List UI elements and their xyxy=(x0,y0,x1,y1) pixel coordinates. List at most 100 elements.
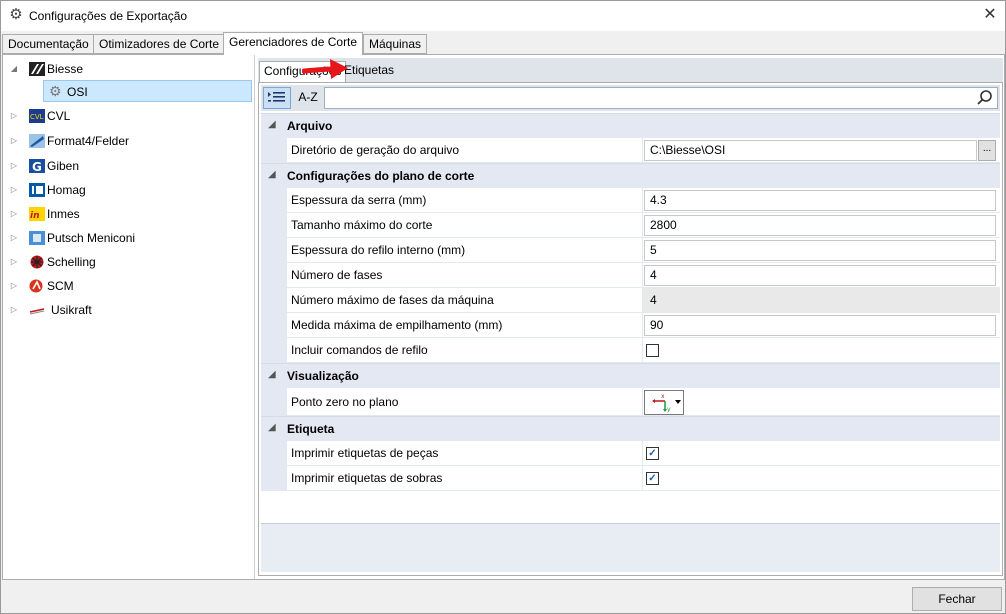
property-grid-toolbar: A-Z xyxy=(261,85,1000,111)
tree-item-format4[interactable]: ▷ Format4/Felder xyxy=(7,130,247,152)
tree-item-biesse[interactable]: ◢ Biesse xyxy=(7,58,247,80)
tree-item-giben[interactable]: ▷ G Giben xyxy=(7,155,247,177)
phase-count-field[interactable]: 4 xyxy=(644,265,996,286)
property-name: Número máximo de fases da máquina xyxy=(287,288,643,313)
tab-panel: ◢ Biesse ⚙ OSI ▷ CVL CVL ▷ Format4/Felde… xyxy=(2,54,1005,580)
svg-text:CVL: CVL xyxy=(30,113,44,121)
property-row: Espessura da serra (mm) 4.3 xyxy=(261,188,1000,213)
tree-item-osi[interactable]: ⚙ OSI xyxy=(43,80,252,102)
property-name: Número de fases xyxy=(287,263,643,288)
collapse-icon[interactable]: ◢ xyxy=(268,422,276,433)
tree-item-cvl[interactable]: ▷ CVL CVL xyxy=(7,105,247,127)
row-gutter xyxy=(261,238,287,263)
property-value: 4.3 xyxy=(643,188,1000,213)
tree-item-homag[interactable]: ▷ Homag xyxy=(7,179,247,201)
print-part-labels-checkbox[interactable]: ✓ xyxy=(646,447,659,460)
tree-item-scm[interactable]: ▷ SCM xyxy=(7,275,247,297)
property-value: 90 xyxy=(643,313,1000,338)
row-gutter xyxy=(261,338,287,363)
property-grid-panel: A-Z ◢ Arquivo Diretório de geração do ar… xyxy=(258,82,1003,576)
property-name: Tamanho máximo do corte xyxy=(287,213,643,238)
collapsed-arrow-icon[interactable]: ▷ xyxy=(9,105,19,127)
collapsed-arrow-icon[interactable]: ▷ xyxy=(9,251,19,273)
collapsed-arrow-icon[interactable]: ▷ xyxy=(9,275,19,297)
row-gutter xyxy=(261,441,287,466)
collapsed-arrow-icon[interactable]: ▷ xyxy=(9,179,19,201)
tree-item-schelling[interactable]: ▷ Schelling xyxy=(7,251,247,273)
tree-item-label: Giben xyxy=(47,159,80,173)
tree-item-label: Schelling xyxy=(47,255,96,269)
property-row: Imprimir etiquetas de sobras ✓ xyxy=(261,466,1000,491)
property-value: 4 xyxy=(643,288,1000,313)
property-value: 5 xyxy=(643,238,1000,263)
inmes-logo-icon: in xyxy=(29,207,45,221)
category-label: Arquivo xyxy=(287,119,333,133)
alphabetical-view-button[interactable]: A-Z xyxy=(294,87,322,109)
manufacturer-tree: ◢ Biesse ⚙ OSI ▷ CVL CVL ▷ Format4/Felde… xyxy=(3,55,255,579)
tree-item-putsch[interactable]: ▷ Putsch Meniconi xyxy=(7,227,247,249)
tree-item-label: Usikraft xyxy=(51,303,92,317)
categorized-list-icon xyxy=(268,92,285,102)
tree-item-label: Inmes xyxy=(47,207,80,221)
property-value xyxy=(643,338,1000,363)
property-value: C:\Biesse\OSI ... xyxy=(643,138,1000,163)
max-cut-size-field[interactable]: 2800 xyxy=(644,215,996,236)
max-stack-height-field[interactable]: 90 xyxy=(644,315,996,336)
collapsed-arrow-icon[interactable]: ▷ xyxy=(9,155,19,177)
svg-text:y: y xyxy=(667,406,671,413)
include-trim-commands-checkbox[interactable] xyxy=(646,344,659,357)
tab-gerenciadores[interactable]: Gerenciadores de Corte xyxy=(223,32,364,55)
saw-thickness-field[interactable]: 4.3 xyxy=(644,190,996,211)
row-gutter xyxy=(261,388,287,416)
collapse-icon[interactable]: ◢ xyxy=(268,169,276,180)
collapse-icon[interactable]: ◢ xyxy=(268,369,276,380)
print-offcut-labels-checkbox[interactable]: ✓ xyxy=(646,472,659,485)
gear-icon: ⚙ xyxy=(9,6,23,23)
expanded-arrow-icon[interactable]: ◢ xyxy=(9,58,19,80)
close-window-button[interactable]: ✕ xyxy=(975,1,1005,31)
category-etiqueta[interactable]: ◢ Etiqueta xyxy=(261,416,1000,441)
settings-panel: Configurações Etiquetas A-Z ◢ Arquivo Di… xyxy=(258,58,1003,576)
row-gutter xyxy=(261,213,287,238)
export-settings-window: ⚙ Configurações de Exportação ✕ Document… xyxy=(0,0,1006,614)
property-row: Tamanho máximo do corte 2800 xyxy=(261,213,1000,238)
property-value: ✓ xyxy=(643,466,1000,491)
search-icon[interactable] xyxy=(976,89,994,107)
collapsed-arrow-icon[interactable]: ▷ xyxy=(9,203,19,225)
collapsed-arrow-icon[interactable]: ▷ xyxy=(9,130,19,152)
property-row: Incluir comandos de refilo xyxy=(261,338,1000,363)
category-arquivo[interactable]: ◢ Arquivo xyxy=(261,113,1000,138)
collapsed-arrow-icon[interactable]: ▷ xyxy=(9,299,19,321)
svg-text:in: in xyxy=(30,211,40,221)
svg-text:G: G xyxy=(32,160,42,173)
collapse-icon[interactable]: ◢ xyxy=(268,119,276,130)
putsch-logo-icon xyxy=(29,231,45,245)
tab-documentacao[interactable]: Documentação xyxy=(2,34,95,54)
tab-otimizadores[interactable]: Otimizadores de Corte xyxy=(93,34,226,54)
browse-button[interactable]: ... xyxy=(978,140,996,161)
gear-icon: ⚙ xyxy=(49,83,62,99)
property-grid: ◢ Arquivo Diretório de geração do arquiv… xyxy=(261,113,1000,523)
homag-logo-icon xyxy=(29,183,45,197)
category-plano-de-corte[interactable]: ◢ Configurações do plano de corte xyxy=(261,163,1000,188)
inner-trim-thickness-field[interactable]: 5 xyxy=(644,240,996,261)
close-button[interactable]: Fechar xyxy=(912,587,1002,611)
categorized-view-button[interactable] xyxy=(263,87,291,109)
schelling-logo-icon xyxy=(30,255,44,269)
property-name: Diretório de geração do arquivo xyxy=(287,138,643,163)
collapsed-arrow-icon[interactable]: ▷ xyxy=(9,227,19,249)
property-name: Medida máxima de empilhamento (mm) xyxy=(287,313,643,338)
output-directory-field[interactable]: C:\Biesse\OSI xyxy=(644,140,977,161)
property-name: Imprimir etiquetas de peças xyxy=(287,441,643,466)
property-name: Imprimir etiquetas de sobras xyxy=(287,466,643,491)
tree-item-label: Homag xyxy=(47,183,86,197)
property-row: Imprimir etiquetas de peças ✓ xyxy=(261,441,1000,466)
tree-item-inmes[interactable]: ▷ in Inmes xyxy=(7,203,247,225)
property-value: x y xyxy=(643,388,1000,416)
tree-item-usikraft[interactable]: ▷ Usikraft xyxy=(7,299,247,321)
usikraft-logo-icon xyxy=(29,308,45,315)
property-search-input[interactable] xyxy=(324,87,998,109)
origin-point-dropdown[interactable]: x y xyxy=(644,390,684,415)
category-visualizacao[interactable]: ◢ Visualização xyxy=(261,363,1000,388)
tab-maquinas[interactable]: Máquinas xyxy=(363,34,428,54)
